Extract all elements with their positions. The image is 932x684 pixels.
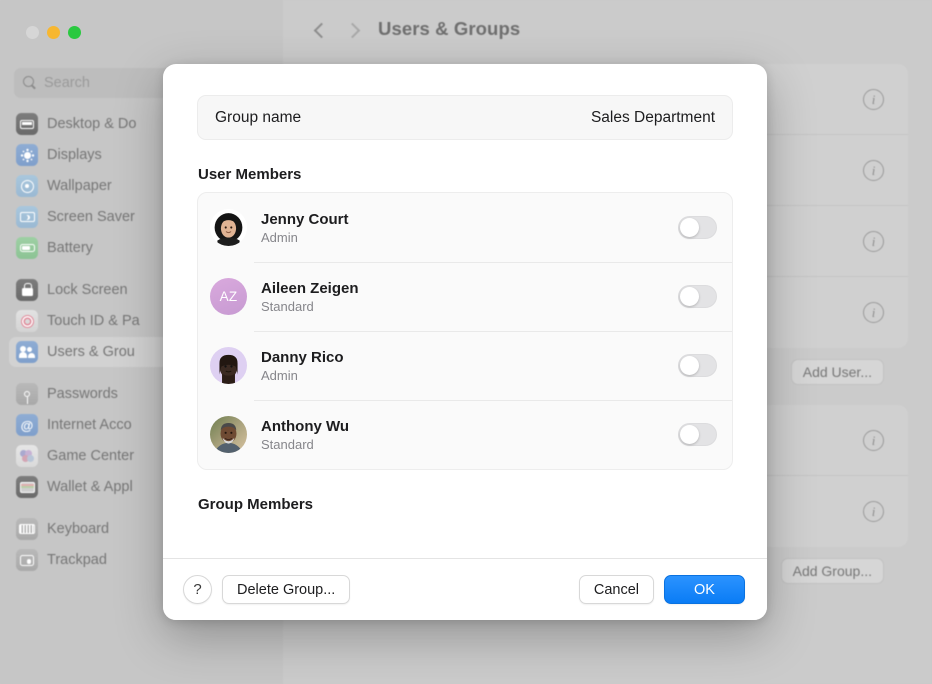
edit-group-dialog: Group name Sales Department User Members… [163, 64, 767, 620]
danny-rico-avatar [210, 347, 247, 384]
member-toggle[interactable] [678, 423, 717, 446]
member-name: Jenny Court [261, 211, 349, 228]
member-row[interactable]: Danny Rico Admin [198, 331, 732, 400]
system-settings-window: Search Desktop & DoDisplaysWallpaperScre… [0, 0, 932, 684]
member-role: Standard [261, 299, 359, 314]
delete-group-button[interactable]: Delete Group... [222, 575, 350, 604]
member-name: Anthony Wu [261, 418, 349, 435]
group-members-heading: Group Members [198, 496, 733, 513]
member-role: Admin [261, 230, 349, 245]
member-name: Danny Rico [261, 349, 344, 366]
member-name: Aileen Zeigen [261, 280, 359, 297]
member-toggle[interactable] [678, 354, 717, 377]
cancel-button[interactable]: Cancel [579, 575, 654, 604]
ok-button[interactable]: OK [664, 575, 745, 604]
help-button[interactable]: ? [183, 575, 212, 604]
aileen-zeigen-avatar: AZ [210, 278, 247, 315]
member-toggle[interactable] [678, 216, 717, 239]
member-role: Standard [261, 437, 349, 452]
dialog-scroll-area: Group name Sales Department User Members… [163, 64, 767, 558]
jenny-court-avatar [210, 209, 247, 246]
member-row[interactable]: Anthony Wu Standard [198, 400, 732, 469]
user-members-heading: User Members [198, 166, 733, 183]
member-role: Admin [261, 368, 344, 383]
group-name-input[interactable]: Sales Department [591, 109, 715, 127]
dialog-footer: ? Delete Group... Cancel OK [163, 558, 767, 620]
member-row[interactable]: Jenny Court Admin [198, 193, 732, 262]
user-members-list: Jenny Court Admin AZ Aileen Zeigen Standard D… [197, 192, 733, 470]
group-name-label: Group name [215, 109, 301, 127]
member-row[interactable]: AZ Aileen Zeigen Standard [198, 262, 732, 331]
member-toggle[interactable] [678, 285, 717, 308]
group-name-field[interactable]: Group name Sales Department [197, 95, 733, 140]
anthony-wu-avatar [210, 416, 247, 453]
